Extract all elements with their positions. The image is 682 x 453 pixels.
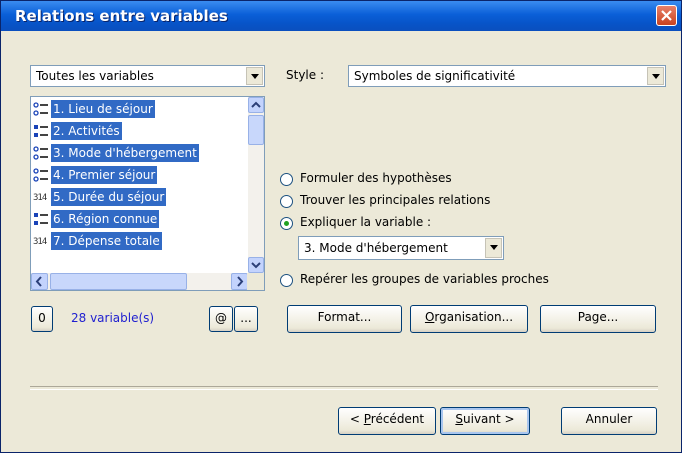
explain-variable-value: 3. Mode d'hébergement [304,241,448,255]
scroll-right-button[interactable] [231,273,248,290]
more-label: ... [240,311,252,325]
cancel-label: Annuler [585,412,633,426]
separator [30,386,658,390]
radio-explain-variable[interactable] [280,217,293,230]
chevron-right-icon [237,276,244,287]
cancel-button[interactable]: Annuler [561,407,657,435]
format-label: Format... [317,310,372,324]
close-icon [661,10,672,21]
list-item-label: 1. Lieu de séjour [51,100,155,118]
organisation-label-rest: rganisation... [434,310,514,324]
next-label: Suivant > [455,412,514,426]
title-bar[interactable]: Relations entre variables [1,1,681,31]
nominal-icon [33,146,49,161]
previous-button[interactable]: < Précédent [338,407,436,435]
list-item-label: 6. Région connue [51,210,160,228]
radio-relations[interactable] [280,195,293,208]
format-button[interactable]: Format... [287,305,402,333]
chevron-down-icon[interactable] [647,67,664,85]
zero-label: 0 [38,311,46,325]
at-button[interactable]: @ [209,306,233,332]
nominal-icon [33,102,49,117]
radio-hypotheses[interactable] [280,173,293,186]
chevron-down-icon[interactable] [246,67,263,85]
dialog-window: Relations entre variables Toutes les var… [0,0,682,453]
page-label: Page... [577,310,619,324]
scroll-down-button[interactable] [248,257,264,273]
vertical-scrollbar[interactable] [248,97,264,273]
more-button[interactable]: ... [234,306,258,332]
scroll-corner [247,273,264,290]
nominal-icon [33,168,49,183]
next-button[interactable]: Suivant > [440,407,530,435]
next-label-rest: uivant > [463,412,515,426]
zero-button[interactable]: 0 [31,306,53,332]
organisation-mnemonic: O [424,310,435,324]
scroll-thumb-horizontal[interactable] [50,273,187,290]
scroll-up-button[interactable] [248,97,264,113]
list-item-label: 3. Mode d'hébergement [51,144,199,162]
previous-mnemonic: P [363,412,371,426]
chevron-left-icon [35,276,42,287]
multiple-icon [33,212,49,227]
variable-list[interactable]: 1. Lieu de séjour 2. Activités 3. Mode d… [30,96,265,291]
style-combo[interactable]: Symboles de significativité [348,65,666,87]
multiple-icon [33,124,49,139]
close-button[interactable] [656,5,677,26]
chevron-down-icon [251,262,261,269]
explain-variable-combo[interactable]: 3. Mode d'hébergement [298,236,504,260]
organisation-label: Organisation... [425,310,513,324]
next-mnemonic: S [455,412,464,426]
radio-relations-label: Trouver les principales relations [300,193,491,207]
variable-count: 28 variable(s) [71,311,155,325]
organisation-button[interactable]: Organisation... [410,305,528,333]
radio-groups[interactable] [280,274,293,287]
chevron-down-icon[interactable] [485,238,502,258]
style-value: Symboles de significativité [354,69,516,83]
previous-label-rest: récédent [370,412,425,426]
scroll-left-button[interactable] [31,273,48,290]
horizontal-scrollbar[interactable] [31,273,248,290]
chevron-up-icon [251,101,261,108]
page-button[interactable]: Page... [540,305,656,333]
numeric-icon: 314 [33,237,47,247]
scroll-thumb[interactable] [248,115,264,145]
radio-groups-label: Repérer les groupes de variables proches [300,272,549,286]
variable-filter-value: Toutes les variables [36,69,154,83]
radio-explain-variable-label: Expliquer la variable : [300,215,432,229]
at-label: @ [215,311,227,325]
list-item-label: 4. Premier séjour [51,166,158,184]
numeric-icon: 314 [33,193,47,203]
list-item-label: 5. Durée du séjour [51,188,167,206]
previous-label-prefix: < [349,412,364,426]
list-item-label: 2. Activités [51,122,122,140]
list-item-label: 7. Dépense totale [51,232,162,250]
variable-filter-combo[interactable]: Toutes les variables [30,65,265,87]
previous-label: < Précédent [350,412,424,426]
style-label: Style : [286,68,324,82]
window-title: Relations entre variables [15,7,228,25]
radio-hypotheses-label: Formuler des hypothèses [300,171,452,185]
